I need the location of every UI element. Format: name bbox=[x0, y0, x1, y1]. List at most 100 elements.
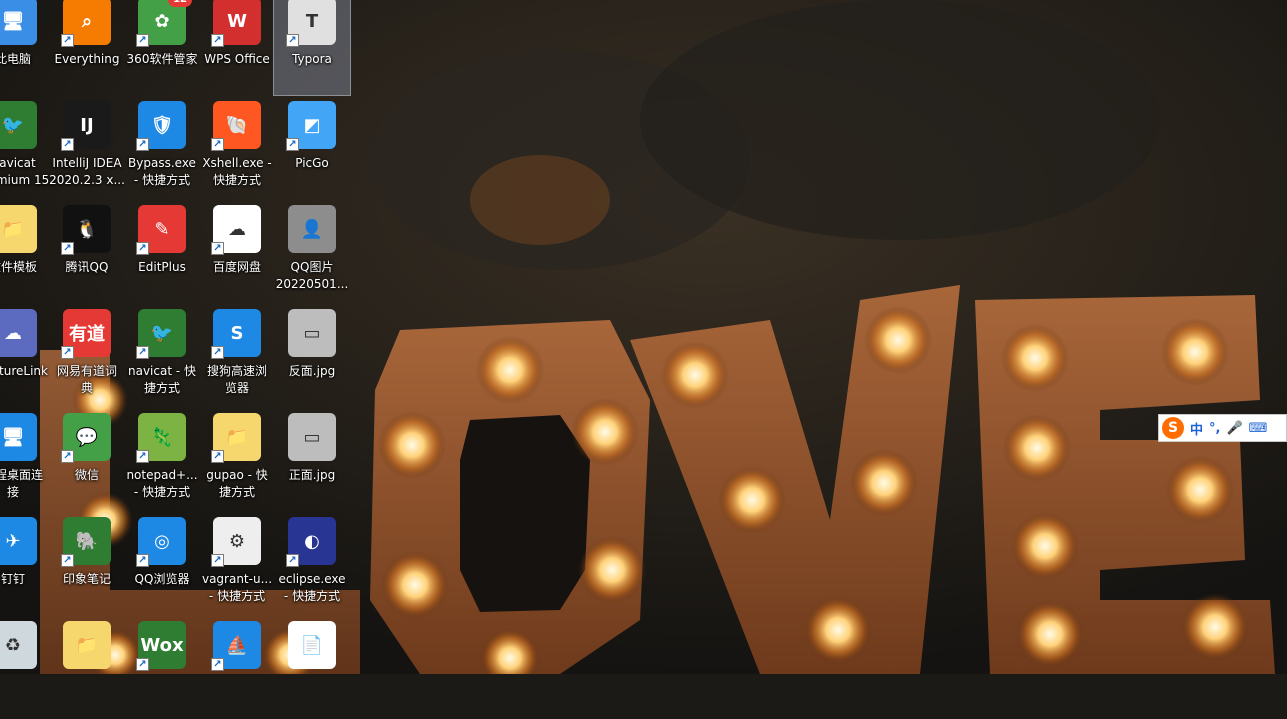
desktop-icon[interactable]: ♻ bbox=[0, 619, 51, 719]
shortcut-arrow-icon: ↗ bbox=[136, 138, 149, 151]
app-icon: 🛡 ↗ bbox=[136, 101, 186, 151]
shortcut-arrow-icon: ↗ bbox=[61, 242, 74, 255]
desktop-icon-label: notepad+... - 快捷方式 bbox=[126, 468, 198, 499]
app-icon: 📁 bbox=[63, 621, 111, 669]
app-icon: 🐧 ↗ bbox=[61, 205, 111, 255]
app-icon: ◐ ↗ bbox=[286, 517, 336, 567]
desktop-icon-label: 远程桌面连 接 bbox=[0, 468, 43, 499]
desktop-icon-label: IntelliJ IDEA 2020.2.3 x... bbox=[49, 156, 125, 187]
desktop-icon-label: Everything bbox=[54, 52, 120, 66]
desktop-icon[interactable]: 有道 ↗ 网易有道词 典 bbox=[49, 307, 125, 407]
desktop-icon-label: QQ浏览器 bbox=[134, 572, 190, 586]
app-icon: ▭ bbox=[288, 309, 336, 357]
desktop-icon-label: 印象笔记 bbox=[62, 572, 111, 586]
shortcut-arrow-icon: ↗ bbox=[61, 34, 74, 47]
desktop-icon[interactable]: ✿12↗360软件管家 bbox=[124, 0, 200, 95]
desktop-icon[interactable]: ◐ ↗ eclipse.exe - 快捷方式 bbox=[274, 515, 350, 615]
microphone-icon[interactable]: 🎤 bbox=[1226, 421, 1242, 436]
desktop-icon[interactable]: 🛡 ↗ Bypass.exe - 快捷方式 bbox=[124, 99, 200, 199]
app-icon: 🦎 ↗ bbox=[136, 413, 186, 463]
desktop-icon[interactable]: ◎ ↗ QQ浏览器 bbox=[124, 515, 200, 615]
shortcut-arrow-icon: ↗ bbox=[211, 34, 224, 47]
app-icon: ♻ bbox=[0, 621, 37, 669]
app-icon: ✎ ↗ bbox=[136, 205, 186, 255]
desktop-icon[interactable]: ▭ 反面.jpg bbox=[274, 307, 350, 407]
desktop-icon[interactable]: ✈ 钉钉 bbox=[0, 515, 51, 615]
shortcut-arrow-icon: ↗ bbox=[136, 658, 149, 671]
desktop-icon-label: EditPlus bbox=[138, 260, 186, 274]
app-icon: ▭ bbox=[288, 413, 336, 461]
desktop-icon-label: gupao - 快 捷方式 bbox=[206, 468, 268, 499]
desktop-icon-label: 钉钉 bbox=[0, 572, 25, 586]
shortcut-arrow-icon: ↗ bbox=[61, 554, 74, 567]
shortcut-arrow-icon: ↗ bbox=[136, 450, 149, 463]
app-icon: T ↗ bbox=[286, 0, 336, 47]
app-icon: ◎ ↗ bbox=[136, 517, 186, 567]
desktop-icon-label: 百度网盘 bbox=[212, 260, 261, 274]
desktop-icon-label: Navicat Premium 15 bbox=[0, 156, 50, 187]
shortcut-arrow-icon: ↗ bbox=[286, 554, 299, 567]
app-icon: 💬 ↗ bbox=[61, 413, 111, 463]
desktop-icon[interactable]: 📄 bbox=[274, 619, 350, 719]
app-icon: 📁 bbox=[0, 205, 37, 253]
sogou-ime-toolbar[interactable]: S 中 °, 🎤 ⌨ bbox=[1158, 414, 1287, 442]
desktop-icon[interactable]: 💬 ↗ 微信 bbox=[49, 411, 125, 511]
desktop-icon[interactable]: ▭ 正面.jpg bbox=[274, 411, 350, 511]
shortcut-arrow-icon: ↗ bbox=[211, 138, 224, 151]
sogou-logo-icon[interactable]: S bbox=[1162, 417, 1184, 439]
desktop-icon-label: 网易有道词 典 bbox=[56, 364, 117, 395]
desktop-icon-label: 微信 bbox=[74, 468, 99, 482]
app-icon: 🖥 bbox=[0, 413, 37, 461]
desktop-icon[interactable]: ☁ FeatureLink bbox=[0, 307, 51, 407]
app-icon: 📁 ↗ bbox=[211, 413, 261, 463]
desktop-icon-label: WPS Office bbox=[204, 52, 270, 66]
shortcut-arrow-icon: ↗ bbox=[136, 34, 149, 47]
desktop-icon[interactable]: 🐚 ↗ Xshell.exe - 快捷方式 bbox=[199, 99, 275, 199]
desktop-icon[interactable]: ☁ ↗ 百度网盘 bbox=[199, 203, 275, 303]
desktop-icon-label: FeatureLink bbox=[0, 364, 48, 378]
desktop-icon[interactable]: 🖥 远程桌面连 接 bbox=[0, 411, 51, 511]
desktop-icon[interactable]: 📁 文件模板 bbox=[0, 203, 51, 303]
desktop-icon[interactable]: 🐦 Navicat Premium 15 bbox=[0, 99, 51, 199]
desktop-icon[interactable]: IJ ↗ IntelliJ IDEA 2020.2.3 x... bbox=[49, 99, 125, 199]
desktop-icon[interactable]: 👤 QQ图片 20220501... bbox=[274, 203, 350, 303]
desktop-icon[interactable]: T ↗ Typora bbox=[273, 0, 351, 96]
desktop-icon[interactable]: ⛵ ↗ bbox=[199, 619, 275, 719]
desktop-icon[interactable]: S ↗ 搜狗高速浏 览器 bbox=[199, 307, 275, 407]
desktop-icon-label: eclipse.exe - 快捷方式 bbox=[278, 572, 346, 603]
desktop-icon-label: 搜狗高速浏 览器 bbox=[206, 364, 267, 395]
desktop-icon[interactable]: ◩ ↗ PicGo bbox=[274, 99, 350, 199]
desktop-icon[interactable]: 🖥 此电脑 bbox=[0, 0, 51, 95]
desktop-icon-label: navicat - 快 捷方式 bbox=[127, 364, 196, 395]
desktop-icon[interactable]: ⌕ ↗ Everything bbox=[49, 0, 125, 95]
app-icon: ✿12↗ bbox=[136, 0, 192, 47]
ime-mode-chinese[interactable]: 中 bbox=[1190, 419, 1203, 438]
shortcut-arrow-icon: ↗ bbox=[211, 450, 224, 463]
app-icon: W ↗ bbox=[211, 0, 261, 47]
keyboard-icon[interactable]: ⌨ bbox=[1249, 421, 1268, 436]
desktop-icon[interactable]: Wox ↗ bbox=[124, 619, 200, 719]
app-icon: ⚙ ↗ bbox=[211, 517, 261, 567]
app-icon: ☁ ↗ bbox=[211, 205, 261, 255]
desktop-icon-label: QQ图片 20220501... bbox=[275, 260, 349, 291]
app-icon: 有道 ↗ bbox=[61, 309, 111, 359]
desktop-icon[interactable]: 📁 ↗ gupao - 快 捷方式 bbox=[199, 411, 275, 511]
desktop-icon[interactable]: 📁 bbox=[49, 619, 125, 719]
shortcut-arrow-icon: ↗ bbox=[211, 554, 224, 567]
app-icon: 🐚 ↗ bbox=[211, 101, 261, 151]
app-icon: ✈ bbox=[0, 517, 37, 565]
ime-punctuation-toggle[interactable]: °, bbox=[1209, 421, 1220, 436]
desktop-icon[interactable]: 🐧 ↗ 腾讯QQ bbox=[49, 203, 125, 303]
desktop-icon[interactable]: W ↗ WPS Office bbox=[199, 0, 275, 95]
shortcut-arrow-icon: ↗ bbox=[61, 450, 74, 463]
shortcut-arrow-icon: ↗ bbox=[286, 34, 299, 47]
desktop-icon[interactable]: 🐘 ↗ 印象笔记 bbox=[49, 515, 125, 615]
desktop-icon[interactable]: ⚙ ↗ vagrant-u... - 快捷方式 bbox=[199, 515, 275, 615]
desktop-icon-label: 此电脑 bbox=[0, 52, 31, 66]
desktop-icon[interactable]: 🦎 ↗ notepad+... - 快捷方式 bbox=[124, 411, 200, 511]
desktop-icon[interactable]: 🐦 ↗ navicat - 快 捷方式 bbox=[124, 307, 200, 407]
desktop-icon[interactable]: ✎ ↗ EditPlus bbox=[124, 203, 200, 303]
shortcut-arrow-icon: ↗ bbox=[286, 138, 299, 151]
desktop-icon-label: Bypass.exe - 快捷方式 bbox=[128, 156, 196, 187]
app-icon: ⌕ ↗ bbox=[61, 0, 111, 47]
